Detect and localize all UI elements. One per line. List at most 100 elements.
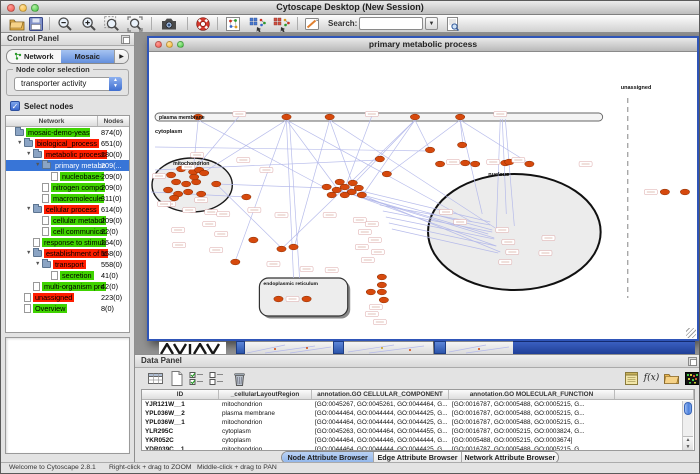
tree-row[interactable]: Overview8(0) [6, 303, 129, 314]
tree-row[interactable]: multi-organism pro42(0) [6, 281, 129, 292]
resize-grip[interactable] [686, 328, 696, 338]
column-header-molecular-function[interactable]: annotation.GO MOLECULAR_FUNCTION [449, 390, 615, 399]
tree-row[interactable]: cell communicat22(0) [6, 226, 129, 237]
zoom-selected-button[interactable] [103, 16, 121, 32]
background-window-fragment[interactable] [245, 341, 333, 354]
table-cell-id: YJR121W__1 [142, 400, 219, 409]
network-canvas[interactable]: plasma membranecytoplasmmitochondrionnuc… [149, 52, 697, 339]
search-dropdown-button[interactable]: ▼ [425, 17, 438, 30]
scrollbar-thumb[interactable] [684, 402, 692, 415]
table-row[interactable]: YPL036W__2plasma membrane[GO:0044464, GO… [142, 409, 694, 418]
attribute-matrix-icon [684, 370, 700, 387]
open-file-button[interactable] [8, 16, 26, 32]
tabs-overflow-button[interactable]: ▶ [114, 50, 128, 63]
scrollbar-arrows[interactable]: ▲▼ [683, 436, 693, 451]
tree-row[interactable]: nitrogen compo209(0) [6, 182, 129, 193]
expand-triangle-icon[interactable]: ▼ [26, 152, 33, 158]
tree-column-nodes[interactable]: Nodes [98, 116, 129, 126]
tree-row[interactable]: ▼primary metabo209(... [6, 160, 129, 171]
table-row[interactable]: YJR121W__1mitochondrion[GO:0045267, GO:0… [142, 400, 694, 409]
search-input[interactable] [359, 17, 423, 30]
column-header-cellular-component[interactable]: annotation.GO CELLULAR_COMPONENT [312, 390, 449, 399]
table-row[interactable]: YPL036W__1mitochondrion[GO:0044464, GO:0… [142, 418, 694, 427]
tab-network[interactable]: Network [7, 50, 61, 63]
tree-row[interactable]: cellular metabol209(0) [6, 215, 129, 226]
network-view-button[interactable] [224, 16, 242, 32]
delete-attribute-button[interactable] [231, 370, 248, 387]
tree-row[interactable]: macromolecule311(0) [6, 193, 129, 204]
tree-row[interactable]: nucleobase-209(0) [6, 171, 129, 182]
control-panel-title: Control Panel [7, 34, 59, 43]
function-builder-button[interactable]: f(x) [643, 370, 660, 387]
help-button[interactable] [194, 16, 212, 32]
import-attributes-file-icon [663, 370, 680, 387]
save-session-button[interactable] [27, 16, 45, 32]
tab-mosaic[interactable]: Mosaic [61, 50, 115, 63]
zoom-fit-button[interactable] [126, 16, 144, 32]
zoom-out-button[interactable] [56, 16, 74, 32]
background-window-fragment[interactable] [344, 341, 433, 354]
background-window-edge[interactable] [333, 341, 344, 354]
svg-text:plasma membrane: plasma membrane [159, 115, 205, 121]
zoom-in-button[interactable] [80, 16, 98, 32]
tree-row[interactable]: unassigned223(0) [6, 292, 129, 303]
background-window-edge[interactable] [513, 341, 695, 354]
data-panel-title: Data Panel [141, 356, 182, 365]
background-window-edge[interactable] [236, 341, 245, 354]
select-nodes-checkbox[interactable]: ✓ [10, 101, 20, 111]
background-window-edge[interactable] [434, 341, 446, 354]
data-panel-header: Data Panel [135, 355, 700, 368]
tree-node-label: establishment of lo [44, 249, 108, 258]
column-header-region[interactable]: _cellularLayoutRegion [219, 390, 312, 399]
import-attributes-button[interactable] [272, 16, 292, 32]
float-data-panel-button[interactable] [688, 357, 697, 366]
search-options-button[interactable] [444, 16, 462, 32]
notepad-button[interactable] [623, 370, 640, 387]
network-canvas-svg[interactable]: plasma membranecytoplasmmitochondrionnuc… [149, 52, 697, 339]
annotation-button[interactable] [303, 16, 321, 32]
expand-triangle-icon[interactable]: ▼ [26, 251, 33, 257]
unselect-attributes-button[interactable] [208, 370, 225, 387]
column-header-id[interactable]: ID [142, 390, 219, 399]
attribute-table-button[interactable] [147, 370, 164, 387]
new-attribute-button[interactable] [168, 370, 185, 387]
birds-eye-view[interactable] [5, 337, 130, 454]
import-attributes-icon [272, 16, 292, 32]
tree-row[interactable]: mosaic-demo-yeast874(0) [6, 127, 129, 138]
file-icon [24, 293, 31, 302]
background-window-fragment[interactable] [446, 341, 513, 354]
import-network-button[interactable] [248, 16, 268, 32]
toolbar-separator [49, 17, 50, 30]
table-scrollbar[interactable]: ▲▼ [682, 401, 693, 451]
tree-node-label: Overview [33, 304, 67, 313]
tree-node-label: metabolic process [44, 150, 107, 159]
tree-row[interactable]: secretion 41(0) [6, 270, 129, 281]
tree-column-network[interactable]: Network [6, 116, 98, 126]
tree-row[interactable]: ▼metabolic process280(0) [6, 149, 129, 160]
table-cell-cc: [GO:0045267, GO:0045261, GO:0044464, G..… [312, 400, 449, 409]
tree-node-label: secretion [60, 271, 94, 280]
snapshot-button[interactable] [159, 16, 179, 32]
table-row[interactable]: YLR295Ccytoplasm[GO:0045263, GO:0044464,… [142, 427, 694, 436]
table-row[interactable]: YKR052Ccytoplasm[GO:0044464, GO:0044446,… [142, 436, 694, 445]
select-attributes-button[interactable] [188, 370, 205, 387]
float-panel-button[interactable] [121, 35, 130, 44]
main-content: Control Panel Network Mosaic ▶ Node colo… [1, 33, 700, 464]
expand-triangle-icon[interactable]: ▼ [17, 141, 24, 147]
network-view-icon [224, 16, 242, 32]
tree-row[interactable]: ▼cellular process614(0) [6, 204, 129, 215]
network-window-titlebar[interactable]: primary metabolic process [149, 38, 697, 52]
select-nodes-label: Select nodes [24, 102, 73, 111]
tree-row[interactable]: ▼transport558(0) [6, 259, 129, 270]
expand-triangle-icon[interactable]: ▼ [26, 207, 33, 213]
import-attributes-file-button[interactable] [663, 370, 680, 387]
tree-node-count: 41(0) [101, 271, 118, 280]
attribute-matrix-button[interactable] [684, 370, 700, 387]
expand-triangle-icon[interactable]: ▼ [35, 262, 42, 268]
tree-row[interactable]: response to stimulu264(0) [6, 237, 129, 248]
tree-row[interactable]: ▼biological_process651(0) [6, 138, 129, 149]
expand-triangle-icon[interactable]: ▼ [35, 163, 42, 169]
node-color-dropdown[interactable]: transporter activity ▲▼ [14, 77, 122, 91]
tree-row[interactable]: ▼establishment of lo558(0) [6, 248, 129, 259]
background-window-fragment[interactable] [159, 341, 226, 354]
